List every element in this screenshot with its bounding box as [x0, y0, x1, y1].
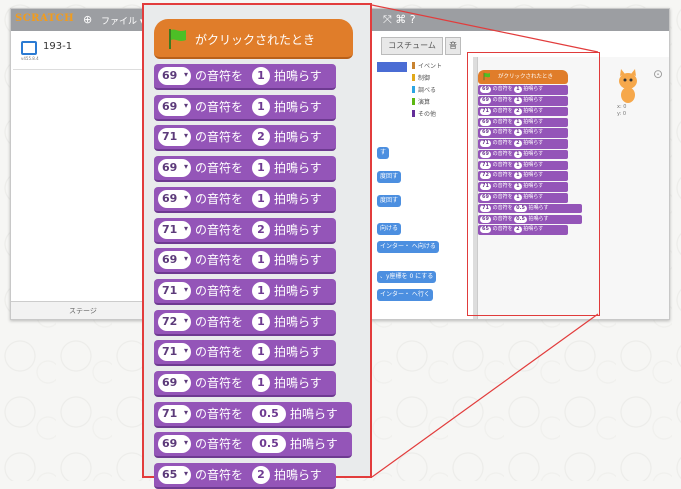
note-number-dropdown[interactable]: 72 ▾ — [158, 312, 191, 331]
play-note-block[interactable]: 69 ▾ の音符を 1 拍鳴らす — [154, 156, 336, 183]
play-note-block[interactable]: 71 ▾ の音符を 1 拍鳴らす — [154, 278, 336, 305]
note-number-dropdown[interactable]: 71 ▾ — [158, 343, 191, 362]
beats-input[interactable]: 2 — [252, 220, 270, 239]
dropdown-arrow-icon: ▾ — [183, 407, 188, 417]
play-note-block[interactable]: 71 ▾ の音符を 2 拍鳴らす — [154, 217, 336, 244]
beats-label: 拍鳴らす — [274, 283, 322, 298]
of-note-label: の音符を — [195, 222, 244, 237]
play-note-block[interactable]: 69 ▾ の音符を 1 拍鳴らす — [154, 186, 336, 213]
note-number-dropdown[interactable]: 69 ▾ — [158, 374, 191, 392]
beats-input[interactable]: 1 — [252, 67, 270, 85]
beats-input[interactable]: 1 — [252, 343, 270, 362]
dropdown-arrow-icon: ▾ — [183, 223, 188, 233]
of-note-label: の音符を — [195, 437, 244, 452]
note-number-dropdown[interactable]: 71 ▾ — [158, 281, 191, 300]
play-note-block[interactable]: 71 ▾ の音符を 1 拍鳴らす — [154, 340, 336, 367]
beats-input[interactable]: 2 — [252, 128, 270, 147]
dropdown-arrow-icon: ▾ — [183, 438, 188, 448]
beats-label: 拍鳴らす — [274, 468, 322, 483]
beats-input[interactable]: 1 — [252, 374, 270, 392]
play-note-block[interactable]: 69 ▾ の音符を 1 拍鳴らす — [154, 64, 336, 90]
dropdown-arrow-icon: ▾ — [183, 100, 188, 110]
beats-label: 拍鳴らす — [274, 99, 322, 114]
dropdown-arrow-icon: ▾ — [183, 70, 188, 79]
dropdown-arrow-icon: ▾ — [183, 162, 188, 172]
dropdown-arrow-icon: ▾ — [183, 284, 188, 294]
of-note-label: の音符を — [195, 253, 244, 268]
of-note-label: の音符を — [195, 406, 244, 421]
beats-input[interactable]: 1 — [252, 281, 270, 300]
note-number-dropdown[interactable]: 71 ▾ — [158, 128, 191, 147]
beats-input[interactable]: 0.5 — [252, 404, 286, 423]
beats-input[interactable]: 1 — [252, 312, 270, 331]
beats-label: 拍鳴らす — [290, 437, 338, 452]
zoomed-script-panel: がクリックされたとき 69 ▾ の音符を 1 拍鳴らす 69 ▾ の音符を 1 拍鳴らす 71 ▾ の音… — [142, 3, 372, 489]
note-number-dropdown[interactable]: 69 ▾ — [158, 435, 191, 454]
of-note-label: の音符を — [195, 99, 244, 114]
beats-label: 拍鳴らす — [274, 345, 322, 360]
play-note-block[interactable]: 71 ▾ の音符を 2 拍鳴らす — [154, 125, 336, 152]
play-note-block[interactable]: 71 ▾ の音符を 0.5 拍鳴らす — [154, 401, 352, 428]
of-note-label: の音符を — [195, 345, 244, 360]
of-note-label: の音符を — [195, 130, 244, 145]
beats-label: 拍鳴らす — [274, 191, 322, 206]
play-note-block[interactable]: 69 ▾ の音符を 1 拍鳴らす — [154, 94, 336, 121]
play-note-block[interactable]: 69 ▾ の音符を 1 拍鳴らす — [154, 248, 336, 275]
dropdown-arrow-icon: ▾ — [183, 315, 188, 325]
note-number-dropdown[interactable]: 69 ▾ — [158, 97, 191, 116]
note-number-dropdown[interactable]: 65 ▾ — [158, 466, 191, 485]
when-flag-clicked-block[interactable]: がクリックされたとき — [154, 19, 353, 59]
note-number-dropdown[interactable]: 69 ▾ — [158, 189, 191, 208]
play-note-block[interactable]: 72 ▾ の音符を 1 拍鳴らす — [154, 309, 336, 336]
of-note-label: の音符を — [195, 314, 244, 329]
of-note-label: の音符を — [195, 376, 244, 390]
dropdown-arrow-icon: ▾ — [183, 192, 188, 202]
beats-label: 拍鳴らす — [290, 406, 338, 421]
of-note-label: の音符を — [195, 69, 244, 83]
dropdown-arrow-icon: ▾ — [183, 131, 188, 141]
beats-label: 拍鳴らす — [274, 314, 322, 329]
dropdown-arrow-icon: ▾ — [183, 254, 188, 264]
of-note-label: の音符を — [195, 283, 244, 298]
note-number-dropdown[interactable]: 69 ▾ — [158, 251, 191, 270]
beats-label: 拍鳴らす — [274, 69, 322, 83]
green-flag-icon — [169, 29, 186, 49]
beats-input[interactable]: 1 — [252, 189, 270, 208]
beats-label: 拍鳴らす — [274, 222, 322, 237]
beats-input[interactable]: 1 — [252, 251, 270, 270]
of-note-label: の音符を — [195, 468, 244, 483]
dropdown-arrow-icon: ▾ — [183, 469, 188, 479]
dropdown-arrow-icon: ▾ — [183, 377, 188, 386]
play-note-block[interactable]: 69 ▾ の音符を 0.5 拍鳴らす — [154, 432, 352, 459]
beats-label: 拍鳴らす — [274, 161, 322, 176]
beats-input[interactable]: 1 — [252, 97, 270, 116]
of-note-label: の音符を — [195, 191, 244, 206]
beats-label: 拍鳴らす — [274, 376, 322, 390]
beats-label: 拍鳴らす — [274, 253, 322, 268]
play-note-block[interactable]: 65 ▾ の音符を 2 拍鳴らす — [154, 463, 336, 489]
beats-input[interactable]: 1 — [252, 159, 270, 178]
note-number-dropdown[interactable]: 69 ▾ — [158, 67, 191, 85]
play-note-block[interactable]: 69 ▾ の音符を 1 拍鳴らす — [154, 371, 336, 397]
of-note-label: の音符を — [195, 161, 244, 176]
note-number-dropdown[interactable]: 71 ▾ — [158, 220, 191, 239]
dropdown-arrow-icon: ▾ — [183, 346, 188, 356]
beats-input[interactable]: 0.5 — [252, 435, 286, 454]
beats-input[interactable]: 2 — [252, 466, 270, 485]
note-number-dropdown[interactable]: 71 ▾ — [158, 404, 191, 423]
hat-label: がクリックされたとき — [195, 33, 316, 47]
note-number-dropdown[interactable]: 69 ▾ — [158, 159, 191, 178]
beats-label: 拍鳴らす — [274, 130, 322, 145]
